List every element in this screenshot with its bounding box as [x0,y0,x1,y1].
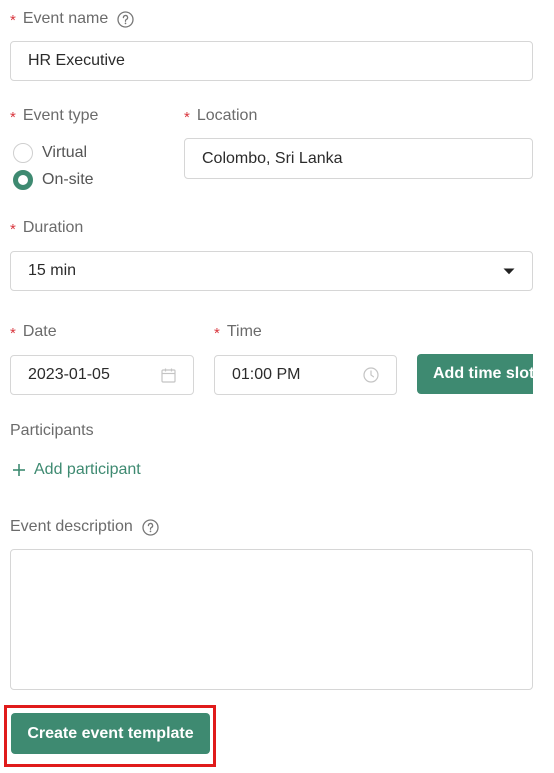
help-icon[interactable] [117,10,134,28]
duration-select[interactable]: 15 min [10,251,533,291]
time-label: * Time [214,323,262,342]
event-name-input[interactable] [10,41,533,81]
event-type-label: * Event type [10,107,99,126]
required-marker: * [214,324,220,342]
add-time-slot-button[interactable]: Add time slot [417,354,533,394]
time-value: 01:00 PM [232,366,301,383]
event-name-label: * Event name [10,10,134,29]
radio-checked-icon[interactable] [13,170,33,190]
participants-label: Participants [10,422,94,439]
required-marker: * [10,11,16,29]
date-value: 2023-01-05 [28,366,110,383]
create-event-template-button[interactable]: Create event template [11,713,210,754]
duration-label: * Duration [10,219,84,238]
clock-icon [363,367,379,383]
plus-icon [12,463,26,477]
add-participant-link[interactable]: Add participant [12,461,141,479]
event-description-label: Event description [10,518,159,536]
required-marker: * [184,108,190,126]
date-input[interactable]: 2023-01-05 [10,355,194,395]
location-input[interactable] [184,138,533,179]
duration-selected-value: 15 min [28,262,77,279]
required-marker: * [10,324,16,342]
radio-virtual[interactable]: Virtual [13,143,87,163]
help-icon[interactable] [142,518,159,536]
event-name-input-text[interactable] [28,52,515,70]
caret-down-icon [503,268,515,275]
time-input[interactable]: 01:00 PM [214,355,397,395]
radio-unchecked-icon[interactable] [13,143,33,163]
location-input-text[interactable] [202,149,515,168]
event-description-textarea[interactable] [10,549,533,690]
location-label: * Location [184,107,258,126]
required-marker: * [10,108,16,126]
radio-on-site[interactable]: On-site [13,170,94,190]
date-label: * Date [10,323,57,342]
calendar-icon [161,368,176,383]
required-marker: * [10,220,16,238]
